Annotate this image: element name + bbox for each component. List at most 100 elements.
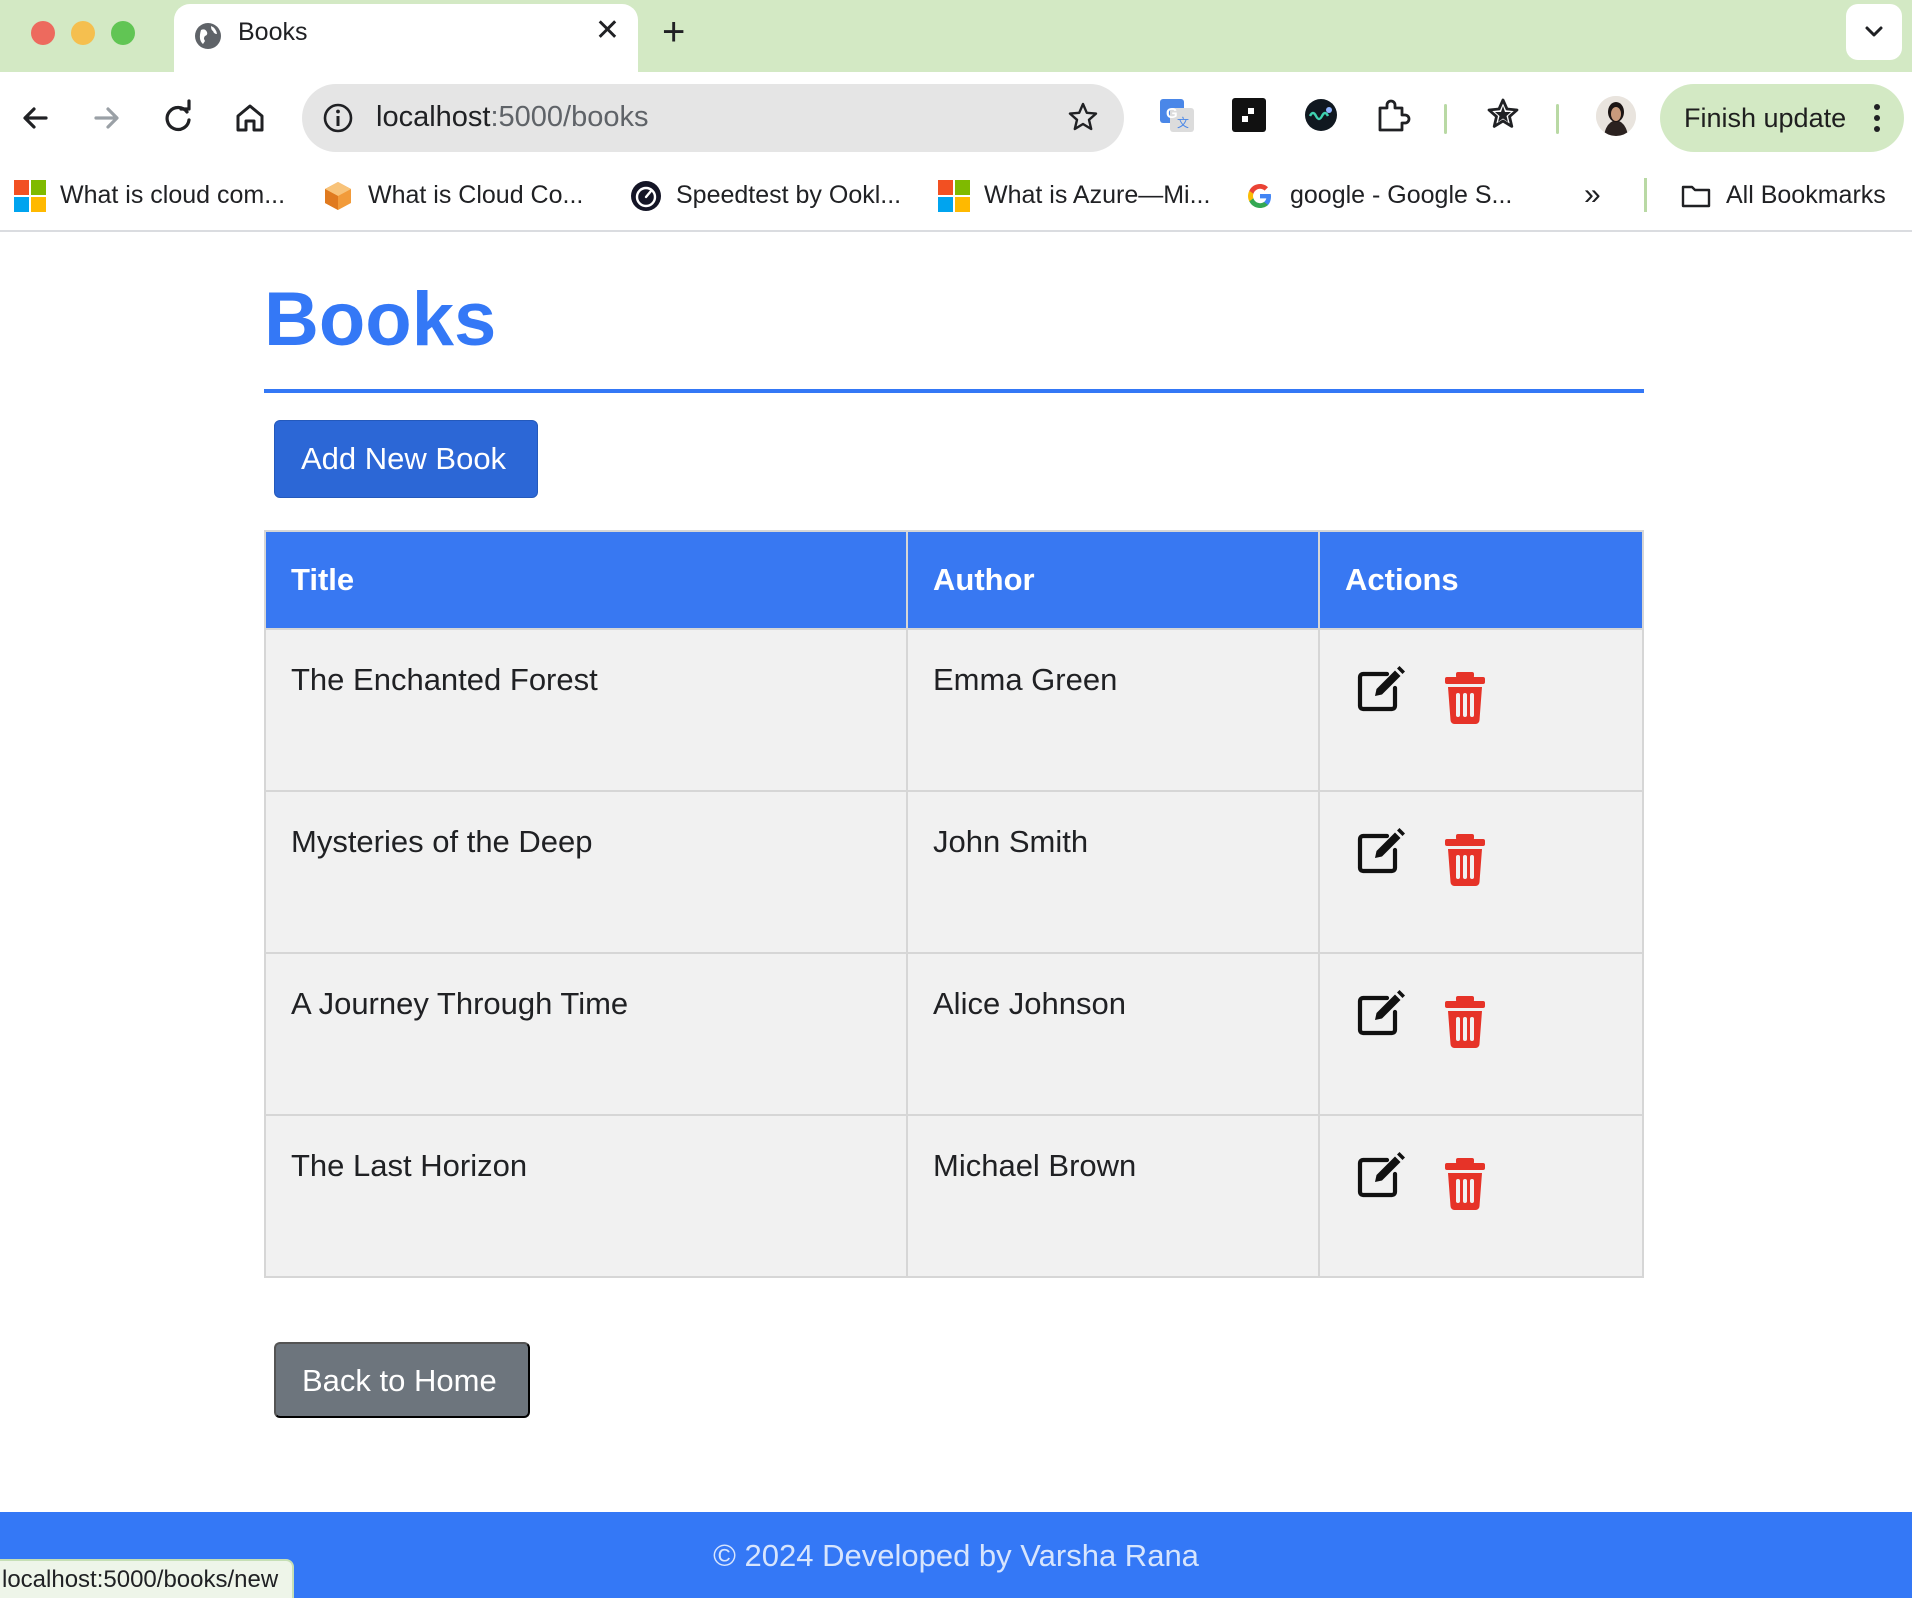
chevron-down-icon [1865, 26, 1883, 37]
forward-arrow-icon[interactable] [84, 96, 128, 140]
tab-title: Books [238, 18, 308, 46]
row-actions [1345, 1148, 1617, 1228]
bookmarks-bar: What is cloud com... What is Cloud Co...… [0, 162, 1912, 232]
address-url: localhost:5000/books [376, 101, 648, 134]
page-title: Books [264, 277, 497, 362]
folder-icon [1681, 185, 1711, 208]
table-header-row: Title Author Actions [264, 530, 1644, 630]
bookmark-item[interactable]: What is Cloud Co... [322, 176, 612, 216]
new-tab-button[interactable]: + [662, 10, 685, 54]
book-author: Emma Green [933, 662, 1118, 697]
home-icon[interactable] [228, 96, 272, 140]
more-vertical-icon [1874, 104, 1880, 132]
toolbar-separator [1556, 104, 1559, 134]
tab-search-button[interactable] [1846, 4, 1902, 60]
toolbar-separator [1444, 104, 1447, 134]
finish-update-label: Finish update [1684, 103, 1847, 133]
bookmark-item[interactable]: google - Google S... [1244, 176, 1534, 216]
book-title: Mysteries of the Deep [291, 824, 593, 859]
all-bookmarks-button[interactable]: All Bookmarks [1680, 176, 1906, 216]
book-actions-cell [1318, 628, 1644, 792]
books-table: Title Author Actions The Enchanted Fores… [264, 530, 1644, 1278]
back-arrow-icon[interactable] [14, 96, 58, 140]
finish-update-button[interactable]: Finish update [1660, 84, 1904, 152]
reload-icon[interactable] [156, 96, 200, 140]
extensions-puzzle-icon[interactable] [1372, 94, 1414, 136]
profile-photo-icon [1596, 96, 1636, 136]
column-header-title: Title [264, 530, 908, 630]
link-status-bubble: localhost:5000/books/new [0, 1559, 295, 1598]
column-header-actions: Actions [1318, 530, 1644, 630]
address-bar[interactable]: localhost:5000/books [302, 84, 1124, 152]
address-host: localhost [376, 101, 491, 133]
table-row: Mysteries of the Deep John Smith [264, 790, 1644, 954]
browser-tab-active[interactable]: Books ✕ [174, 4, 638, 72]
aws-cube-icon [325, 182, 351, 210]
reading-list-star-icon[interactable] [1482, 94, 1524, 136]
edit-icon[interactable] [1353, 1148, 1407, 1202]
window-maximize-button[interactable] [111, 21, 135, 45]
ai-assistant-icon[interactable] [1300, 94, 1342, 136]
back-to-home-label: Back to Home [302, 1363, 497, 1398]
book-title-cell: The Last Horizon [264, 1114, 908, 1278]
bookmark-label: What is Azure—Mi... [984, 181, 1211, 209]
edit-icon[interactable] [1353, 662, 1407, 716]
book-actions-cell [1318, 952, 1644, 1116]
browser-toolbar: localhost:5000/books G 文 Finish update [0, 72, 1912, 162]
window-minimize-button[interactable] [71, 21, 95, 45]
table-row: A Journey Through Time Alice Johnson [264, 952, 1644, 1116]
bookmark-item[interactable]: Speedtest by Ookl... [630, 176, 920, 216]
book-title-cell: Mysteries of the Deep [264, 790, 908, 954]
svg-text:文: 文 [1177, 115, 1189, 130]
column-header-author: Author [906, 530, 1320, 630]
tab-close-icon[interactable]: ✕ [595, 16, 620, 46]
book-actions-cell [1318, 790, 1644, 954]
book-author: Alice Johnson [933, 986, 1127, 1021]
bookmark-label: What is cloud com... [60, 181, 286, 209]
site-info-icon[interactable] [320, 100, 356, 136]
table-body: The Enchanted Forest Emma Green Mysteries … [264, 628, 1644, 1278]
svg-text:G: G [1166, 105, 1178, 122]
speedtest-icon [631, 181, 661, 211]
row-actions [1345, 986, 1617, 1066]
trash-icon[interactable] [1443, 994, 1487, 1048]
book-title-cell: A Journey Through Time [264, 952, 908, 1116]
bookmark-item[interactable]: What is Azure—Mi... [938, 176, 1228, 216]
table-row: The Last Horizon Michael Brown [264, 1114, 1644, 1278]
book-author: Michael Brown [933, 1148, 1137, 1183]
trash-icon[interactable] [1443, 1156, 1487, 1210]
trash-icon[interactable] [1443, 832, 1487, 886]
book-title: The Enchanted Forest [291, 662, 598, 697]
music-extension-icon[interactable] [1228, 94, 1270, 136]
bookmarks-overflow-icon[interactable]: » [1584, 178, 1601, 212]
book-author-cell: John Smith [906, 790, 1320, 954]
address-path: :5000/books [490, 101, 649, 133]
edit-icon[interactable] [1353, 824, 1407, 878]
bookmark-item[interactable]: What is cloud com... [14, 176, 314, 216]
add-new-book-label: Add New Book [301, 441, 507, 476]
browser-tabstrip: Books ✕ + [0, 0, 1912, 72]
title-underline [264, 389, 1644, 393]
book-author-cell: Emma Green [906, 628, 1320, 792]
book-actions-cell [1318, 1114, 1644, 1278]
bookmark-star-icon[interactable] [1066, 100, 1100, 134]
microsoft-icon [14, 180, 46, 212]
microsoft-icon [938, 180, 970, 212]
window-close-button[interactable] [31, 21, 55, 45]
row-actions [1345, 824, 1617, 904]
profile-avatar[interactable] [1596, 96, 1636, 136]
google-icon [1248, 184, 1271, 208]
all-bookmarks-label: All Bookmarks [1726, 181, 1886, 209]
bookmark-label: Speedtest by Ookl... [676, 181, 902, 209]
book-title: A Journey Through Time [291, 986, 629, 1021]
book-author-cell: Michael Brown [906, 1114, 1320, 1278]
bookmark-label: google - Google S... [1290, 181, 1513, 209]
add-new-book-button[interactable]: Add New Book [274, 420, 538, 498]
book-author-cell: Alice Johnson [906, 952, 1320, 1116]
back-to-home-button[interactable]: Back to Home [274, 1342, 530, 1418]
trash-icon[interactable] [1443, 670, 1487, 724]
edit-icon[interactable] [1353, 986, 1407, 1040]
row-actions [1345, 662, 1617, 742]
google-translate-icon[interactable]: G 文 [1156, 94, 1198, 136]
table-row: The Enchanted Forest Emma Green [264, 628, 1644, 792]
